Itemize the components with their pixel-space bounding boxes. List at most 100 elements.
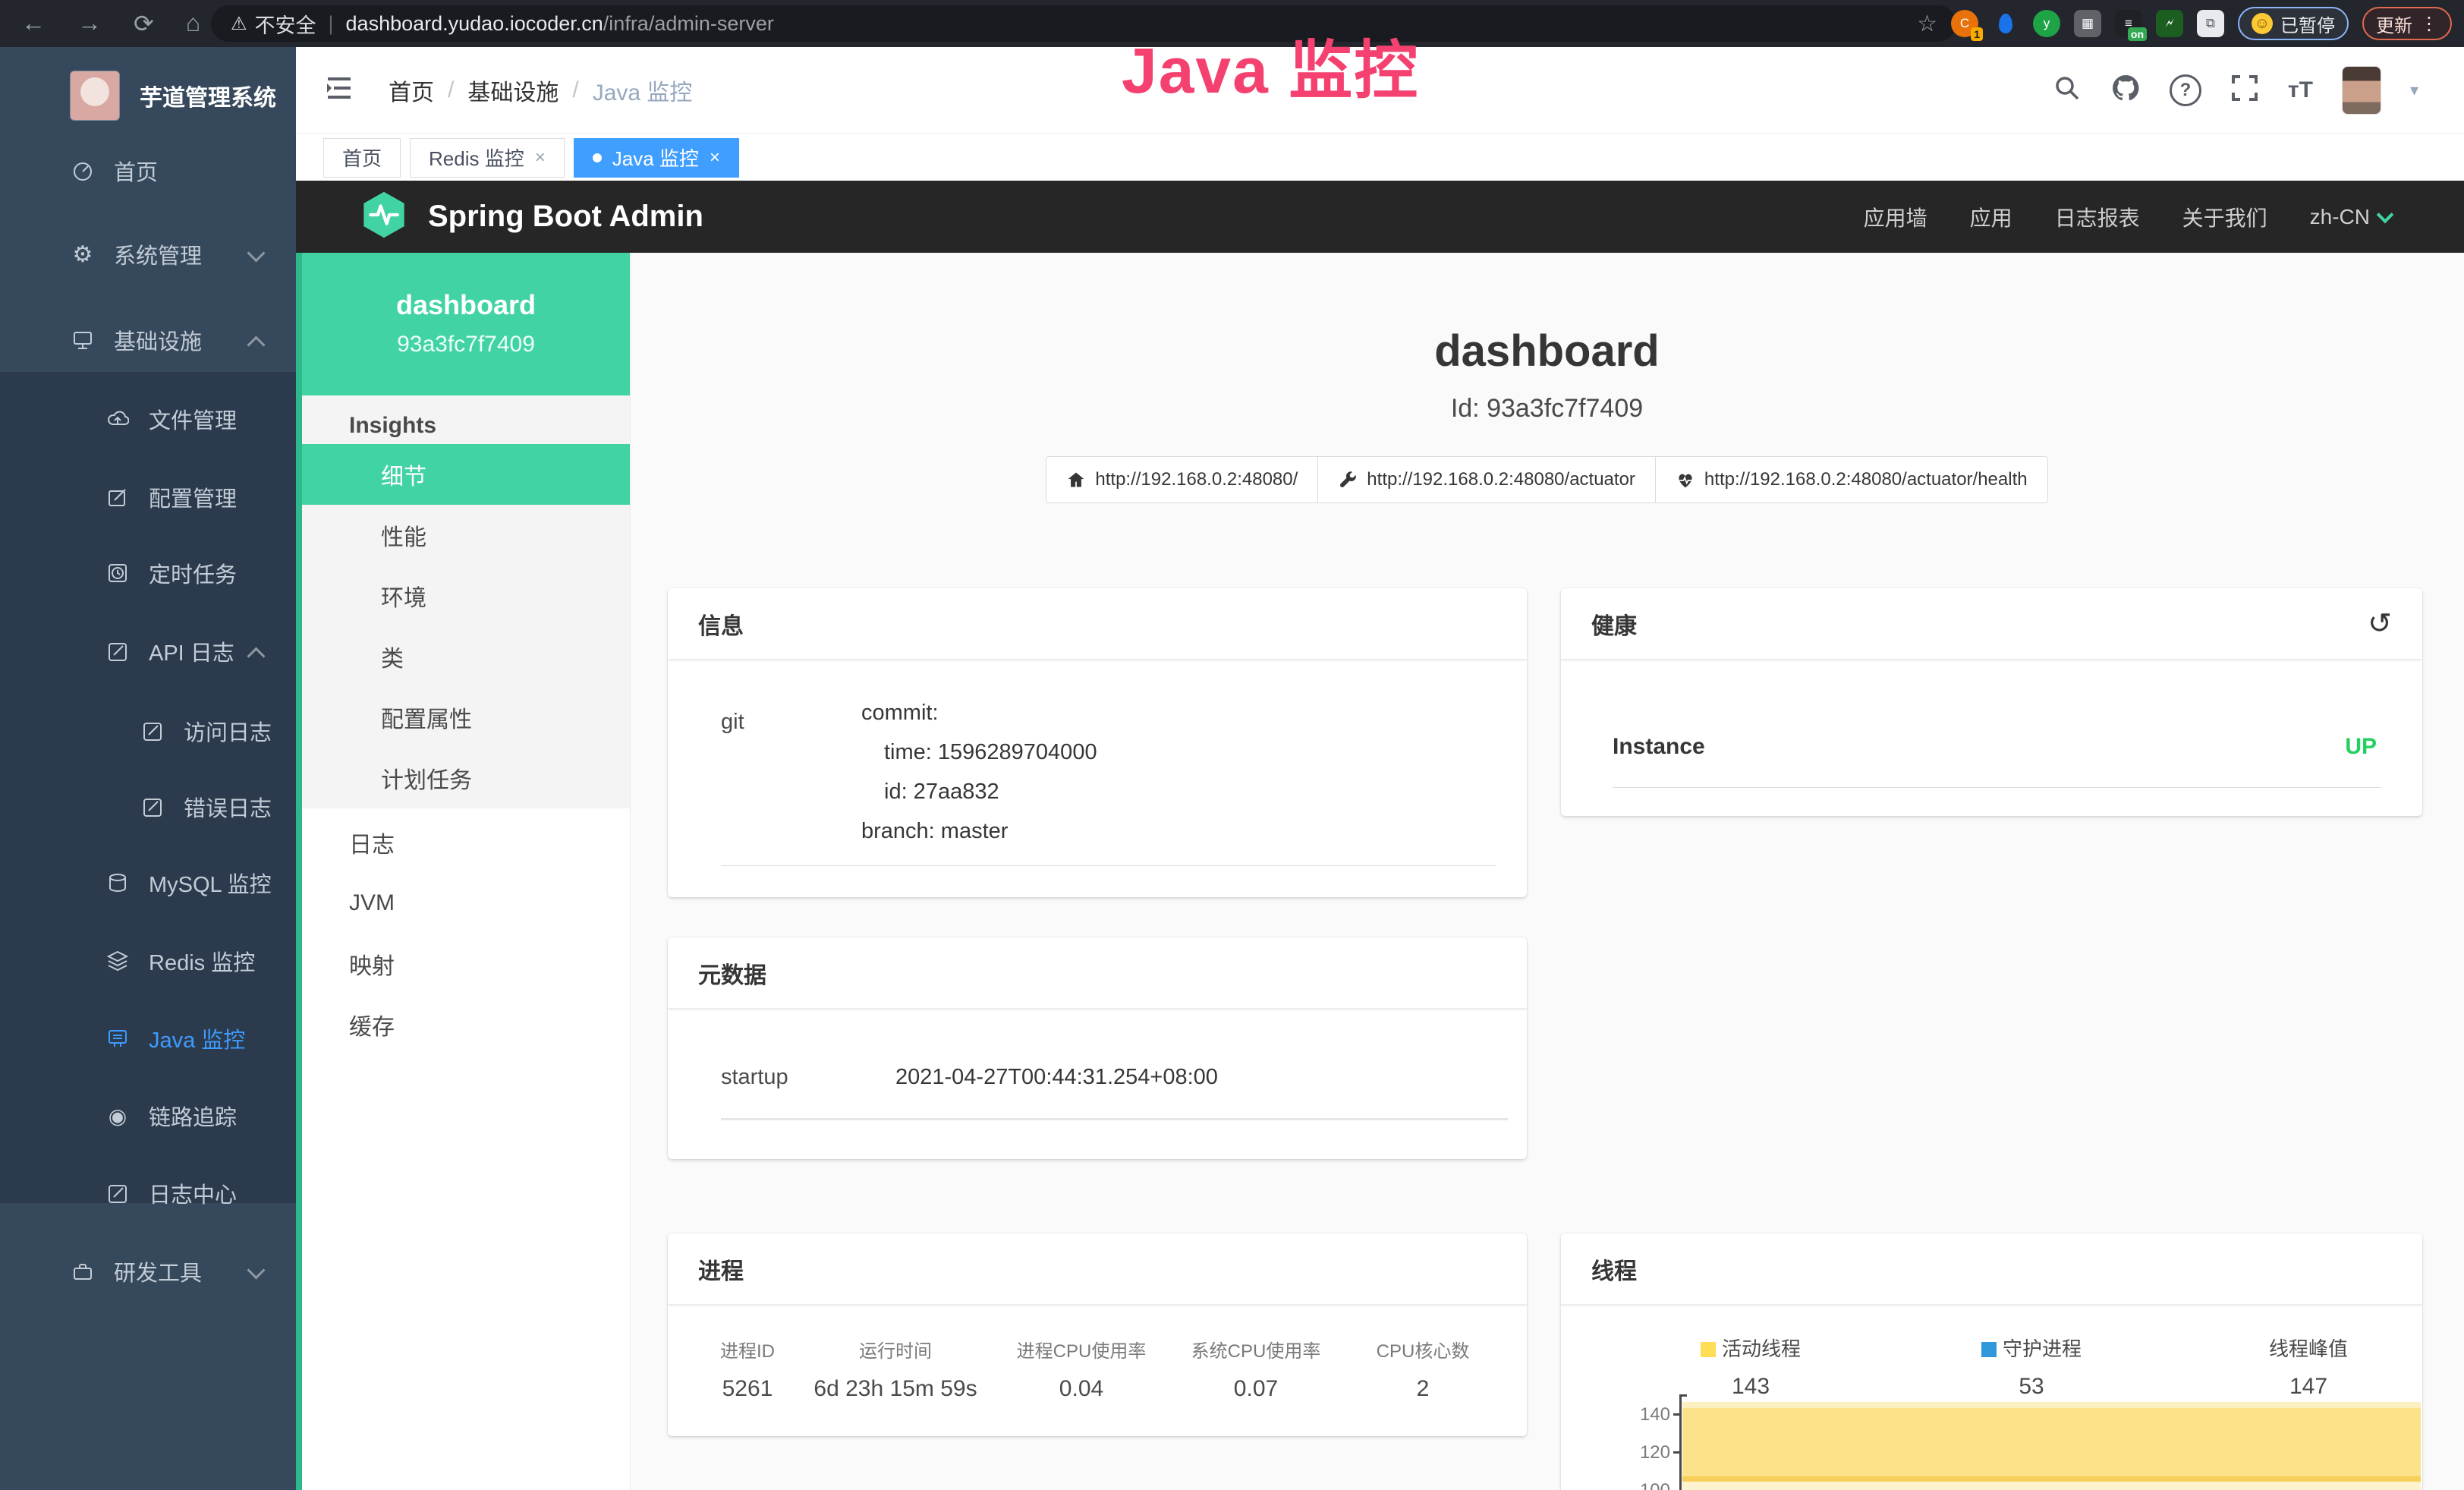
service-url-button[interactable]: http://192.168.0.2:48080/ — [1046, 456, 1318, 503]
gear-icon: ⚙ — [70, 241, 96, 267]
git-commit-line: commit: — [861, 693, 1097, 732]
sba-side-item-caches[interactable]: 缓存 — [302, 994, 630, 1055]
sidebar-item-label: 研发工具 — [114, 1255, 202, 1287]
sba-app-block[interactable]: dashboard 93a3fc7f7409 — [302, 253, 630, 395]
font-size-icon[interactable]: тT — [2288, 77, 2313, 103]
sidebar-item-home[interactable]: 首页 — [0, 140, 296, 201]
breadcrumb-infra[interactable]: 基础设施 — [467, 74, 559, 107]
ytick-140: 140 — [1625, 1404, 1670, 1425]
tab-home[interactable]: 首页 — [323, 138, 401, 178]
side-item-label: 缓存 — [349, 1008, 395, 1041]
insecure-warning-icon: ⚠ — [231, 13, 247, 35]
sidebar-item-trace[interactable]: ◉ 链路追踪 — [0, 1085, 296, 1146]
sba-brand[interactable]: Spring Boot Admin — [360, 191, 703, 243]
reload-icon[interactable]: ⟳ — [134, 9, 154, 38]
health-row-label: Instance — [1613, 734, 1705, 760]
history-icon[interactable]: ↺ — [2368, 606, 2392, 641]
extension-orange-icon[interactable]: C 1 — [1951, 10, 1978, 37]
breadcrumb-home[interactable]: 首页 — [389, 74, 434, 107]
sidebar-item-access-log[interactable]: 访问日志 — [0, 701, 296, 761]
sidebar-item-files[interactable]: 文件管理 — [0, 389, 296, 449]
fullscreen-icon[interactable] — [2230, 74, 2259, 106]
sba-side-item-scheduled-tasks[interactable]: 计划任务 — [302, 748, 630, 808]
chart-area-fill — [1682, 1408, 2421, 1476]
heartbeat-icon — [1676, 470, 1695, 490]
address-bar[interactable]: ⚠ 不安全 | dashboard.yudao.iocoder.cn /infr… — [211, 5, 1956, 42]
sba-side-item-classes[interactable]: 类 — [302, 626, 630, 687]
close-icon[interactable]: × — [535, 147, 546, 169]
sidebar-item-api-log[interactable]: API 日志 — [0, 621, 296, 682]
search-icon[interactable] — [2053, 74, 2082, 106]
extension-badge: 1 — [1971, 27, 1983, 41]
sba-side-item-config-props[interactable]: 配置属性 — [302, 687, 630, 748]
update-button[interactable]: 更新 ⋮ — [2362, 7, 2452, 40]
card-threads: 线程 活动线程 守护进程 线程峰值 143 53 147 140 — [1561, 1233, 2422, 1490]
sidebar-item-java[interactable]: Java 监控 — [0, 1008, 296, 1069]
java-monitor-icon — [105, 1025, 131, 1051]
sidebar-item-system[interactable]: ⚙ 系统管理 — [0, 224, 296, 285]
health-url-button[interactable]: http://192.168.0.2:48080/actuator/health — [1655, 456, 2048, 503]
sba-nav-about[interactable]: 关于我们 — [2182, 202, 2267, 232]
sidebar-item-infra[interactable]: 基础设施 — [0, 310, 296, 370]
sidebar-item-mysql[interactable]: MySQL 监控 — [0, 852, 296, 913]
sba-nav: 应用墙 应用 日志报表 关于我们 zh-CN — [1864, 202, 2391, 232]
paused-pill[interactable]: ☺ 已暂停 — [2238, 7, 2349, 40]
extension-pin-icon[interactable] — [1992, 10, 2019, 37]
sba-side-item-environment[interactable]: 环境 — [302, 565, 630, 626]
card-process-title: 进程 — [668, 1233, 1527, 1306]
extension-y-icon[interactable]: y — [2033, 10, 2060, 37]
hamburger-icon[interactable] — [323, 72, 355, 108]
ytick-120: 120 — [1625, 1442, 1670, 1463]
sidebar-item-jobs[interactable]: 定时任务 — [0, 543, 296, 603]
extension-leaf-icon[interactable]: 🗲 — [2156, 10, 2183, 37]
sidebar-item-redis[interactable]: Redis 监控 — [0, 931, 296, 991]
chevron-down-icon — [247, 1261, 265, 1279]
git-branch-line: branch: master — [861, 811, 1097, 851]
sba-language-value: zh-CN — [2310, 205, 2370, 229]
threads-peak-value: 147 — [2289, 1374, 2327, 1400]
sba-side-item-logs[interactable]: 日志 — [302, 812, 630, 873]
sba-side-item-details[interactable]: 细节 — [302, 444, 630, 505]
back-icon[interactable]: ← — [21, 9, 46, 38]
process-val-sys-cpu: 0.07 — [1234, 1376, 1278, 1402]
sidebar-item-log-center[interactable]: 日志中心 — [0, 1163, 296, 1224]
user-avatar[interactable] — [2342, 66, 2381, 115]
help-icon[interactable]: ? — [2170, 74, 2201, 106]
github-icon[interactable] — [2110, 73, 2141, 107]
sba-side-item-jvm[interactable]: JVM — [302, 873, 630, 934]
sidebar-item-error-log[interactable]: 错误日志 — [0, 777, 296, 837]
sba-side-item-mappings[interactable]: 映射 — [302, 934, 630, 994]
sba-nav-journal[interactable]: 日志报表 — [2055, 202, 2140, 232]
forward-icon[interactable]: → — [77, 9, 102, 38]
chevron-down-icon — [247, 244, 265, 262]
close-icon[interactable]: × — [710, 147, 720, 169]
extensions-puzzle-icon[interactable]: ⧉ — [2197, 10, 2224, 37]
side-item-label: 计划任务 — [381, 761, 472, 795]
tab-java[interactable]: Java 监控 × — [574, 138, 739, 178]
git-time-line: time: 1596289704000 — [861, 732, 1097, 772]
caret-down-icon[interactable]: ▾ — [2410, 80, 2418, 100]
sba-side-item-metrics[interactable]: 性能 — [302, 505, 630, 565]
sidebar-item-label: Redis 监控 — [149, 945, 255, 977]
app-logo-image — [70, 71, 120, 121]
y-axis-line — [1679, 1394, 1682, 1490]
home-icon[interactable]: ⌂ — [186, 9, 200, 38]
sidebar-item-config[interactable]: 配置管理 — [0, 467, 296, 528]
extension-grid-icon[interactable]: ▦ — [2074, 10, 2101, 37]
annotation-text: Java 监控 — [1122, 20, 1419, 112]
sidebar-item-dev-tools[interactable]: 研发工具 — [0, 1241, 296, 1302]
eye-icon: ◉ — [105, 1103, 131, 1129]
actuator-url-button[interactable]: http://192.168.0.2:48080/actuator — [1317, 456, 1656, 503]
browser-menu-icon[interactable]: ⋮ — [2420, 13, 2438, 35]
sba-nav-wall[interactable]: 应用墙 — [1864, 202, 1927, 232]
sba-language-select[interactable]: zh-CN — [2310, 205, 2391, 229]
extension-list-icon[interactable]: ≡ on — [2115, 10, 2142, 37]
card-health: 健康 ↺ Instance UP — [1561, 588, 2422, 816]
tab-redis[interactable]: Redis 监控 × — [410, 138, 565, 178]
bookmark-star-icon[interactable]: ☆ — [1917, 11, 1937, 37]
app-sidebar: 芋道管理系统 首页 ⚙ 系统管理 基础设施 文件管理 配置管理 定时任务 — [0, 47, 296, 1490]
log-icon — [105, 1180, 131, 1206]
sidebar-item-label: Java 监控 — [149, 1022, 245, 1054]
sba-app-id: 93a3fc7f7409 — [302, 332, 630, 358]
sba-nav-applications[interactable]: 应用 — [1970, 202, 2012, 232]
